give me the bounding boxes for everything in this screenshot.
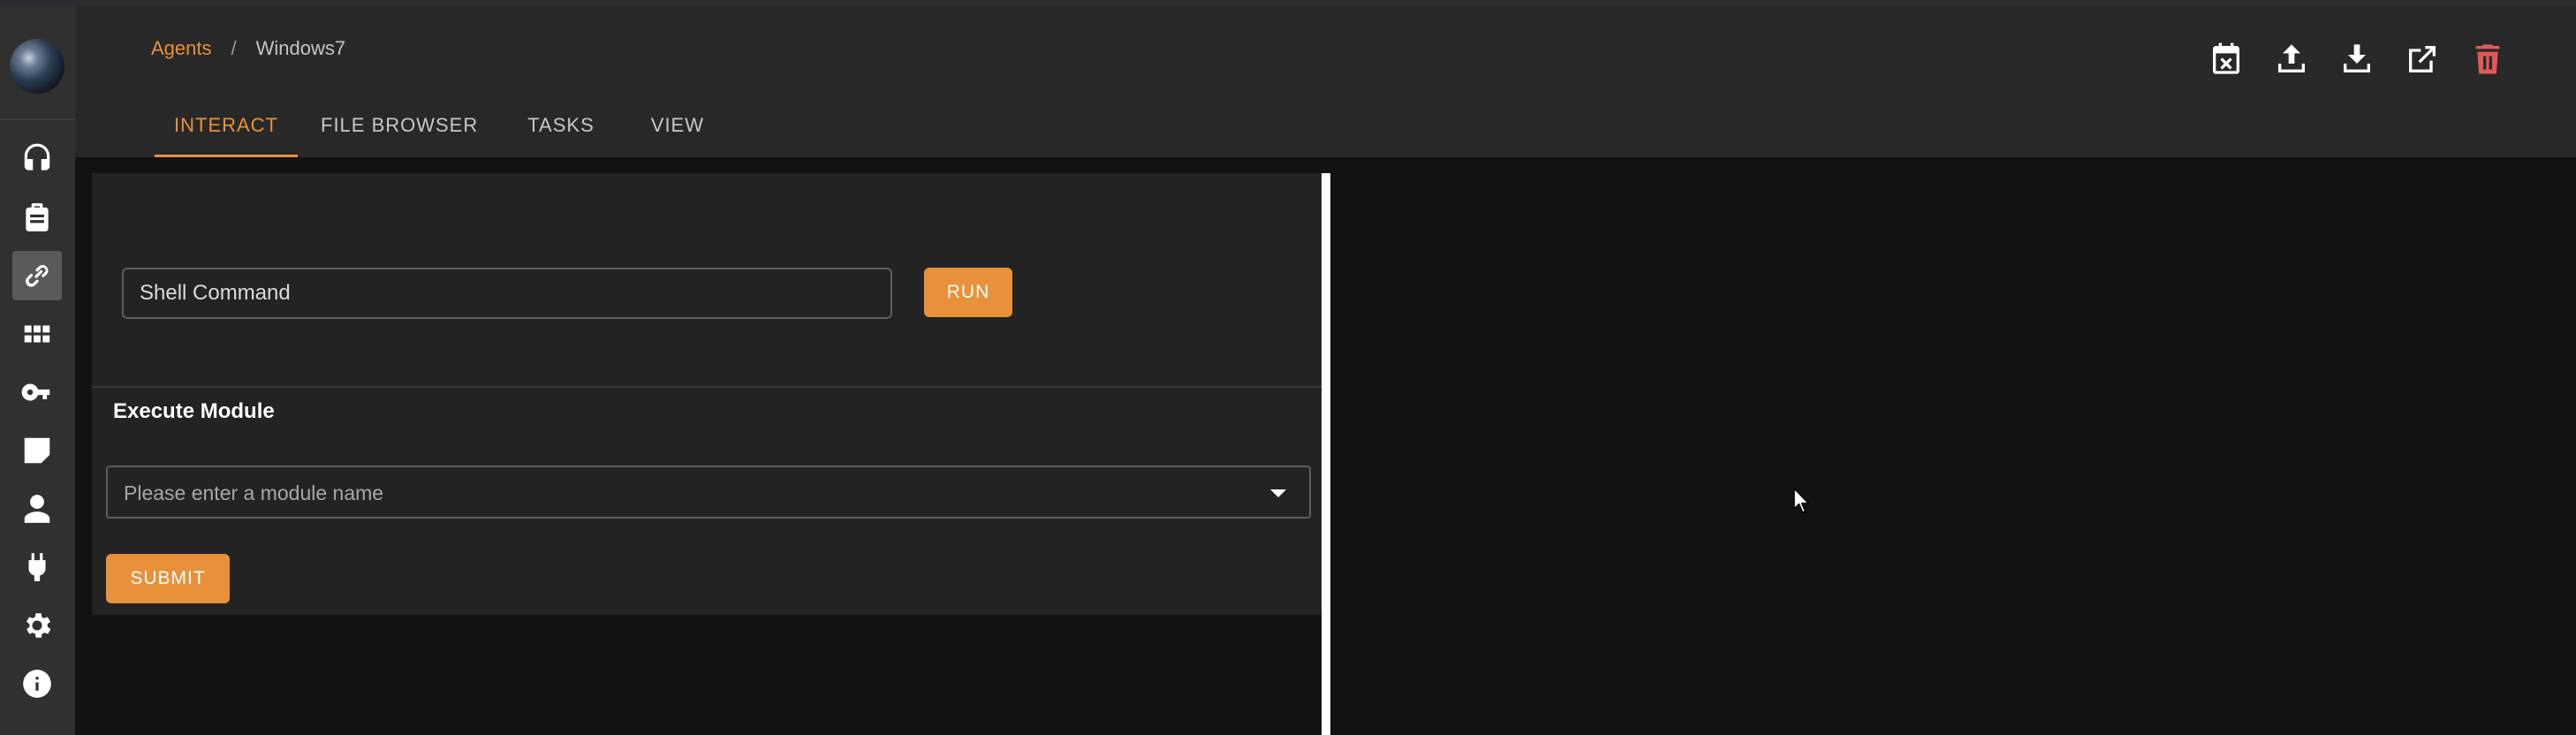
download-icon [2344, 44, 2370, 72]
app-logo[interactable] [10, 39, 64, 94]
sidebar-item-modules[interactable] [12, 309, 62, 359]
tab-view[interactable]: VIEW [632, 102, 724, 157]
shell-command-input[interactable] [122, 268, 892, 319]
sidebar-item-credentials[interactable] [12, 368, 62, 417]
sidebar-item-settings[interactable] [12, 601, 62, 650]
delete-icon [2475, 44, 2500, 74]
headphones-icon [24, 143, 50, 170]
pane-resize-handle[interactable] [1322, 173, 1330, 735]
key-icon [21, 383, 50, 401]
breadcrumb-current: Windows7 [255, 37, 346, 59]
open-popout-button[interactable] [2400, 37, 2444, 81]
execute-module-heading: Execute Module [113, 399, 275, 423]
tab-interact[interactable]: INTERACT [155, 102, 298, 157]
link-icon [26, 264, 49, 287]
submit-button[interactable]: SUBMIT [106, 554, 230, 603]
note-icon [24, 437, 50, 464]
sidebar-item-users[interactable] [12, 484, 62, 534]
apps-grid-icon [24, 325, 50, 343]
user-icon [24, 495, 50, 523]
briefcase-icon [26, 203, 49, 231]
agent-header: Agents / Windows7 INTERACT FILE BROWSER … [75, 5, 2576, 157]
tab-tasks[interactable]: TASKS [508, 102, 614, 157]
download-button[interactable] [2335, 37, 2379, 81]
sidebar-item-stagers[interactable] [12, 193, 62, 242]
module-select-placeholder: Please enter a module name [124, 481, 384, 504]
caret-down-icon [1270, 489, 1286, 497]
plug-icon [28, 553, 46, 581]
mouse-pointer-icon [1793, 488, 1811, 514]
gear-icon [26, 613, 51, 638]
info-icon [23, 670, 51, 698]
upload-icon [2278, 44, 2305, 72]
sidebar-divider [0, 118, 75, 120]
breadcrumb-agents-link[interactable]: Agents [151, 37, 212, 60]
sidebar-item-plugins[interactable] [12, 542, 62, 592]
interact-panel: RUN Execute Module Please enter a module… [92, 173, 1322, 615]
sidebar-item-reporting[interactable] [12, 426, 62, 475]
agent-tabs: INTERACT FILE BROWSER TASKS VIEW [155, 102, 724, 157]
run-button[interactable]: RUN [924, 268, 1012, 317]
panel-divider [92, 386, 1322, 388]
clear-queue-button[interactable] [2204, 37, 2248, 81]
sidebar-item-agents[interactable] [12, 251, 62, 300]
calendar-remove-icon [2213, 42, 2239, 74]
tab-file-browser[interactable]: FILE BROWSER [301, 102, 497, 157]
upload-button[interactable] [2269, 37, 2314, 81]
sidebar-item-listeners[interactable] [12, 134, 62, 184]
sidebar [0, 5, 75, 735]
sidebar-item-about[interactable] [12, 659, 62, 708]
module-name-select[interactable]: Please enter a module name [106, 466, 1311, 519]
breadcrumb: Agents / Windows7 [151, 37, 345, 60]
open-external-icon [2409, 46, 2436, 72]
kill-agent-button[interactable] [2466, 37, 2510, 81]
breadcrumb-separator: / [231, 37, 237, 59]
